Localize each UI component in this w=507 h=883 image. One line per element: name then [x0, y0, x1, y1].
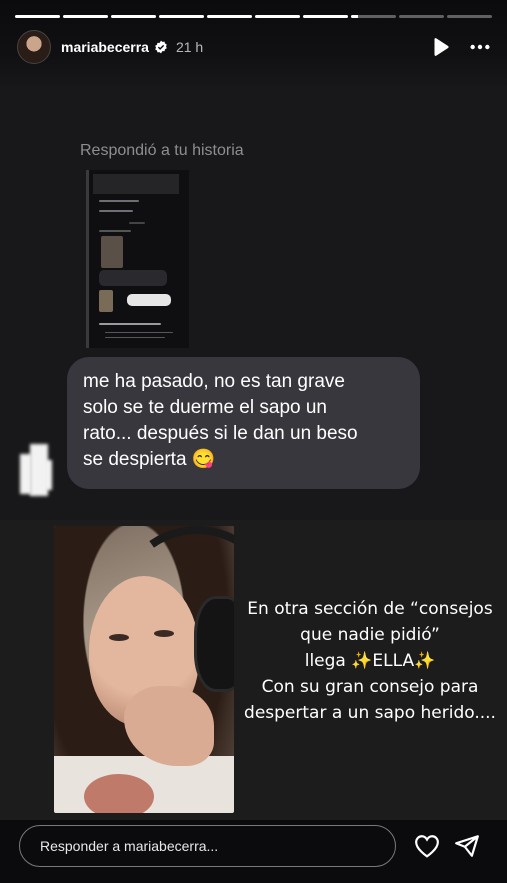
- story-caption: En otra sección de “consejos que nadie p…: [238, 596, 502, 726]
- story-progress-bar: [15, 15, 492, 18]
- more-options-icon[interactable]: [469, 36, 491, 58]
- story-header: mariabecerra 21 h: [17, 30, 491, 64]
- progress-segment: [351, 15, 396, 18]
- reply-message-text: me ha pasado, no es tan grave solo se te…: [83, 371, 358, 470]
- progress-segment: [255, 15, 300, 18]
- progress-segment: [159, 15, 204, 18]
- progress-segment: [399, 15, 444, 18]
- reply-input[interactable]: [19, 825, 396, 867]
- progress-segment: [15, 15, 60, 18]
- reply-label: Respondió a tu historia: [80, 142, 244, 159]
- caption-line: Con su gran consejo para: [261, 677, 479, 697]
- avatar[interactable]: [17, 30, 51, 64]
- verified-badge-icon: [155, 40, 167, 54]
- reply-message-bubble: me ha pasado, no es tan grave solo se te…: [67, 357, 420, 489]
- caption-line: llega ✨ELLA✨: [304, 651, 436, 671]
- progress-segment: [303, 15, 348, 18]
- username[interactable]: mariabecerra: [61, 39, 149, 55]
- sender-avatar-obscured: [18, 440, 54, 498]
- caption-line: que nadie pidió”: [300, 625, 440, 645]
- heart-icon[interactable]: [414, 834, 440, 858]
- progress-segment: [63, 15, 108, 18]
- progress-segment: [111, 15, 156, 18]
- post-time: 21 h: [175, 39, 204, 55]
- progress-segment: [207, 15, 252, 18]
- story-photo: [54, 526, 234, 813]
- caption-line: En otra sección de “consejos: [247, 599, 493, 619]
- send-icon[interactable]: [454, 833, 480, 859]
- play-icon[interactable]: [429, 36, 451, 58]
- replied-story-thumbnail[interactable]: [86, 170, 189, 348]
- caption-line: despertar a un sapo herido....: [244, 703, 496, 723]
- progress-segment: [447, 15, 492, 18]
